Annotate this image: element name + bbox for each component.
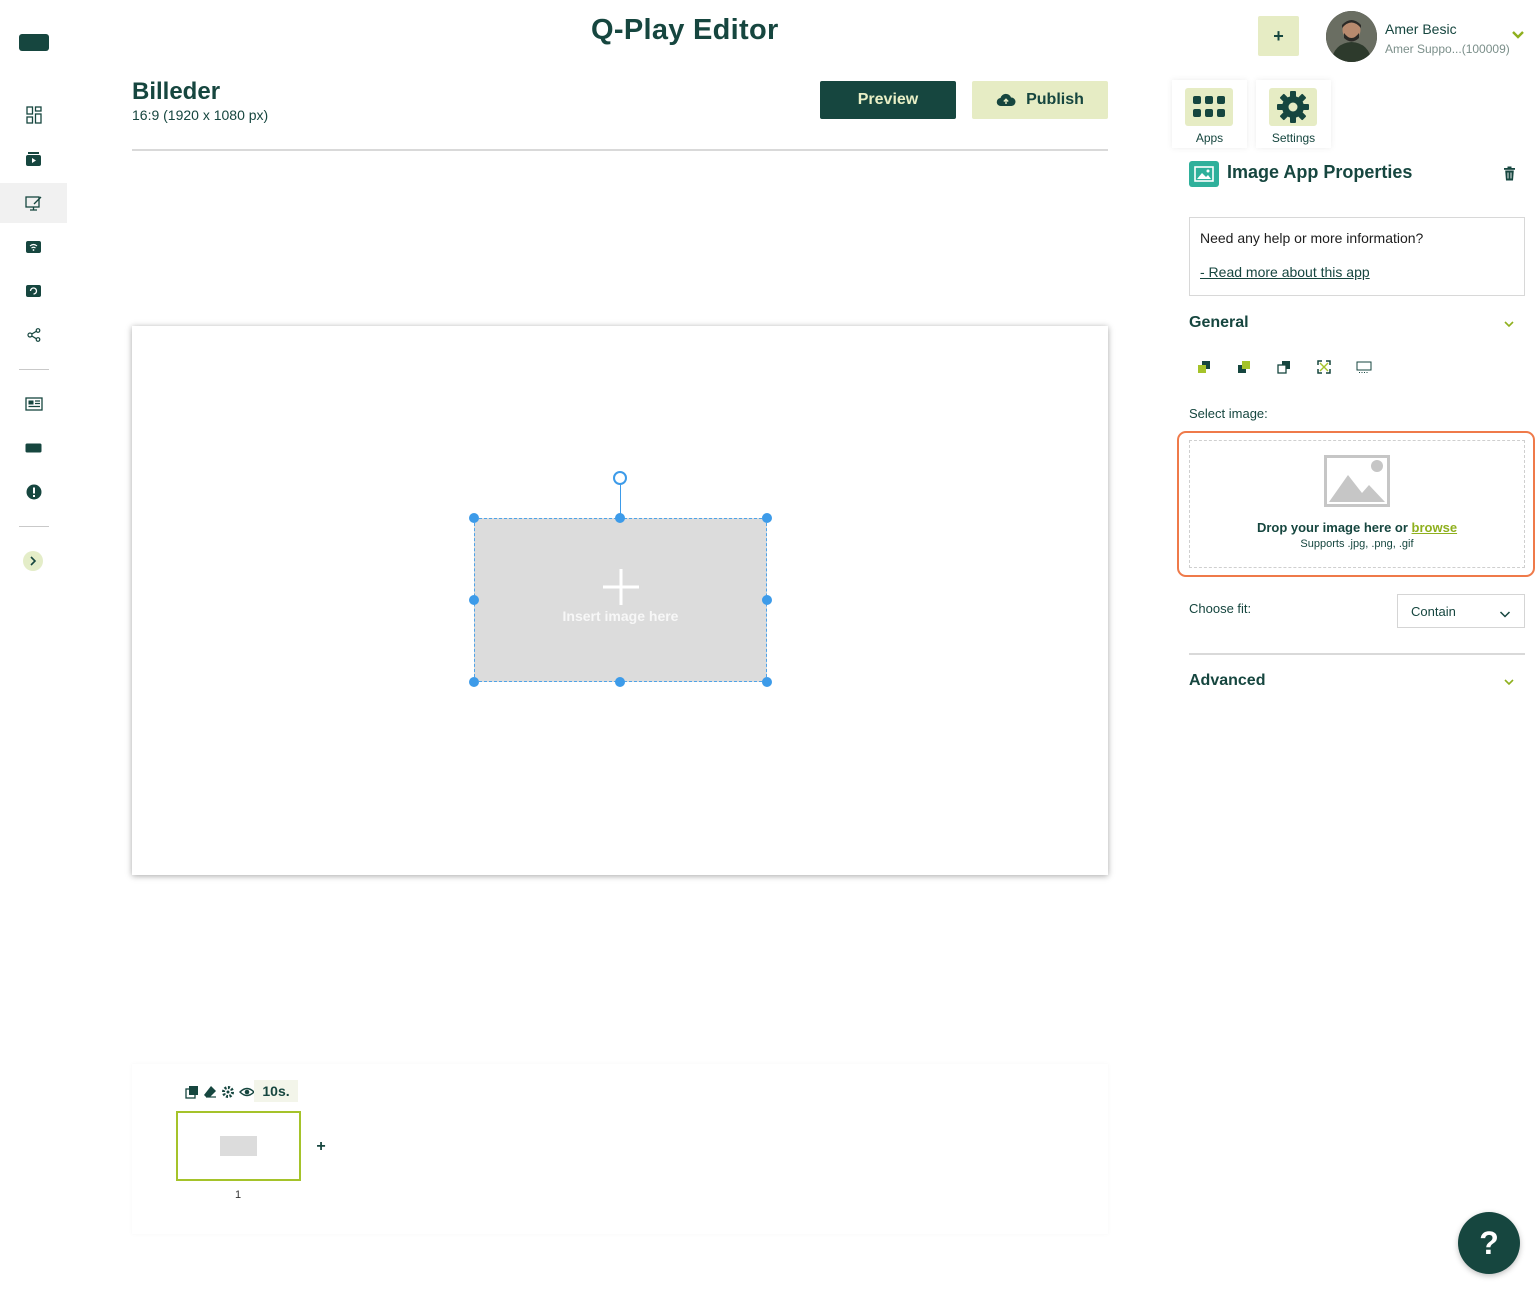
publish-button[interactable]: Publish: [972, 81, 1108, 119]
eye-icon[interactable]: [239, 1085, 255, 1099]
chevron-down-icon[interactable]: [1502, 674, 1516, 686]
help-question: Need any help or more information?: [1200, 230, 1424, 246]
fit-select[interactable]: Contain: [1397, 594, 1525, 628]
refresh-screen-icon[interactable]: [0, 271, 67, 311]
tab-apps-label: Apps: [1195, 131, 1224, 145]
alert-icon[interactable]: [0, 472, 67, 512]
general-section-title[interactable]: General: [1189, 314, 1249, 332]
broadcast-icon[interactable]: [0, 227, 67, 267]
media-icon[interactable]: [0, 139, 67, 179]
tab-settings-label: Settings: [1271, 131, 1316, 145]
fit-select-value: Contain: [1411, 603, 1456, 619]
app-title: Q-Play Editor: [591, 14, 779, 46]
panel-title: Image App Properties: [1227, 162, 1413, 182]
insert-image-label: Insert image here: [562, 608, 679, 624]
image-dropzone[interactable]: Drop your image here or browse Supports …: [1189, 440, 1525, 568]
bring-forward-icon[interactable]: [1196, 359, 1212, 375]
plus-icon: [603, 569, 639, 605]
resize-handle-top-left[interactable]: [469, 513, 479, 523]
duplicate-icon[interactable]: [185, 1085, 199, 1099]
layer-tools: [1196, 359, 1372, 375]
newspaper-icon[interactable]: [0, 384, 67, 424]
tab-apps[interactable]: Apps: [1172, 80, 1247, 148]
sidebar-divider: [19, 526, 49, 527]
cloud-upload-icon: [996, 93, 1016, 107]
read-more-link[interactable]: - Read more about this app: [1200, 264, 1370, 280]
resize-handle-bottom[interactable]: [615, 677, 625, 687]
resize-handle-top-right[interactable]: [762, 513, 772, 523]
help-button[interactable]: ?: [1458, 1212, 1520, 1274]
resize-handle-right[interactable]: [762, 595, 772, 605]
display-icon[interactable]: [0, 428, 67, 468]
section-divider: [1189, 653, 1525, 655]
help-box: Need any help or more information? - Rea…: [1189, 217, 1525, 296]
image-placeholder[interactable]: Insert image here: [474, 518, 767, 682]
chevron-down-icon[interactable]: [1502, 316, 1516, 328]
avatar[interactable]: [1326, 11, 1377, 62]
sidebar-divider: [19, 369, 49, 370]
rotate-handle[interactable]: [613, 471, 627, 485]
editor-icon[interactable]: [0, 183, 67, 223]
image-app-icon: [1189, 161, 1219, 187]
add-button[interactable]: +: [1258, 16, 1299, 56]
display-ratio-icon[interactable]: [1356, 359, 1372, 375]
chevron-right-icon[interactable]: [23, 551, 43, 571]
browse-link[interactable]: browse: [1412, 520, 1458, 535]
drop-instructions: Drop your image here or browse: [1190, 520, 1524, 535]
select-image-label: Select image:: [1189, 406, 1268, 421]
fullscreen-icon[interactable]: [1316, 359, 1332, 375]
user-name[interactable]: Amer Besic: [1385, 21, 1457, 37]
left-sidebar: [0, 0, 67, 1294]
slide-duration[interactable]: 10s.: [254, 1080, 298, 1102]
resize-handle-bottom-right[interactable]: [762, 677, 772, 687]
share-icon[interactable]: [0, 315, 67, 355]
image-placeholder-icon: [1324, 455, 1390, 507]
add-slide-button[interactable]: +: [313, 1138, 329, 1155]
resolution-label: 16:9 (1920 x 1080 px): [132, 107, 269, 123]
apps-grid-icon: [1185, 88, 1233, 126]
logo[interactable]: [19, 34, 49, 51]
choose-fit-label: Choose fit:: [1189, 601, 1252, 616]
slide-thumbnail[interactable]: [176, 1111, 301, 1181]
resize-handle-bottom-left[interactable]: [469, 677, 479, 687]
slide-toolbar: [185, 1084, 255, 1100]
bring-to-front-icon[interactable]: [1236, 359, 1252, 375]
user-account[interactable]: Amer Suppo...(100009): [1385, 42, 1510, 56]
chevron-down-icon[interactable]: [1510, 28, 1526, 42]
eraser-icon[interactable]: [203, 1085, 217, 1099]
chevron-down-icon: [1499, 607, 1511, 618]
resize-handle-left[interactable]: [469, 595, 479, 605]
slide-number: 1: [235, 1189, 242, 1201]
supported-formats: Supports .jpg, .png, .gif: [1300, 538, 1414, 550]
advanced-section-title[interactable]: Advanced: [1189, 672, 1265, 690]
header-divider: [132, 149, 1108, 151]
send-backward-icon[interactable]: [1276, 359, 1292, 375]
dashboard-icon[interactable]: [0, 95, 67, 135]
tab-settings[interactable]: Settings: [1256, 80, 1331, 148]
resize-handle-top[interactable]: [615, 513, 625, 523]
trash-icon[interactable]: [1503, 166, 1516, 181]
publish-label: Publish: [1026, 91, 1084, 108]
drop-text: Drop your image here or: [1256, 520, 1408, 535]
page-title: Billeder: [132, 78, 221, 105]
gear-icon[interactable]: [221, 1085, 235, 1099]
gear-icon: [1269, 88, 1317, 126]
thumbnail-preview: [220, 1136, 257, 1156]
preview-button[interactable]: Preview: [820, 81, 956, 119]
